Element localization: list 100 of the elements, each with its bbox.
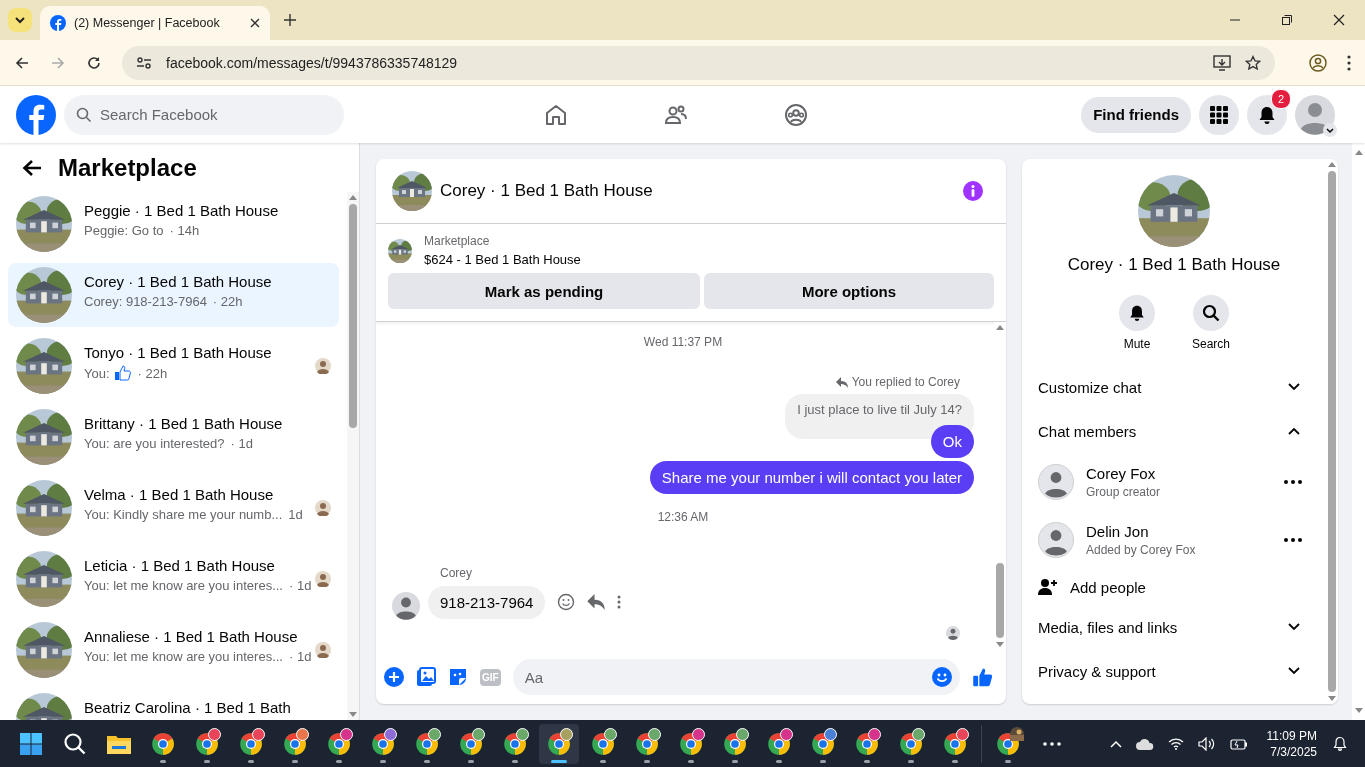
new-tab-icon[interactable] xyxy=(284,14,296,26)
chevron-down-icon xyxy=(1288,383,1300,391)
scrollbar[interactable] xyxy=(347,192,359,720)
image-icon[interactable] xyxy=(416,667,436,687)
message-time: · 22h xyxy=(212,294,243,309)
chevron-up-icon[interactable] xyxy=(1109,739,1122,748)
search-button[interactable] xyxy=(1193,295,1229,331)
notifications-button[interactable] xyxy=(1247,94,1287,135)
message-preview: You: are you interested? xyxy=(84,436,225,451)
battery-icon[interactable] xyxy=(1229,737,1248,750)
scroll-down-icon[interactable] xyxy=(995,642,1005,648)
chat-title: Corey · 1 Bed 1 Bath House xyxy=(440,181,653,201)
listing-action-button[interactable]: Mark as pending xyxy=(388,273,701,309)
scroll-up-icon[interactable] xyxy=(1327,161,1337,167)
conversation-name: Beatriz Carolina · 1 Bed 1 Bath xyxy=(84,699,292,716)
member-role: Group creator xyxy=(1086,485,1162,499)
windows-icon xyxy=(19,731,43,756)
plus-icon[interactable] xyxy=(384,667,404,687)
member-role: Added by Corey Fox xyxy=(1086,543,1197,557)
conversation-name: Peggie · 1 Bed 1 Bath House xyxy=(84,202,280,219)
browser-icon xyxy=(151,731,175,756)
seen-avatar-icon xyxy=(946,626,960,640)
conversation-name: Annaliese · 1 Bed 1 Bath House xyxy=(84,628,299,645)
home-icon[interactable] xyxy=(544,102,568,127)
message-preview: You: xyxy=(84,365,110,381)
section-header[interactable]: Customize chat xyxy=(1030,365,1318,409)
back-arrow-icon[interactable] xyxy=(22,158,42,177)
close-icon[interactable] xyxy=(1333,14,1345,26)
conversation-item[interactable]: Tonyo · 1 Bed 1 Bath House You: · 22h xyxy=(8,334,339,398)
scrollbar[interactable] xyxy=(1352,143,1365,720)
wifi-icon[interactable] xyxy=(1167,737,1184,750)
clock[interactable]: 11:09 PM 7/3/2025 xyxy=(1266,728,1317,759)
star-icon[interactable] xyxy=(1245,54,1261,71)
install-icon[interactable] xyxy=(1213,54,1231,71)
section-header[interactable]: Chat members xyxy=(1030,409,1318,453)
add-people-button[interactable]: Add people xyxy=(1030,569,1318,605)
scroll-thumb[interactable] xyxy=(996,563,1004,638)
scroll-up-icon[interactable] xyxy=(995,324,1005,330)
back-arrow-icon[interactable] xyxy=(14,54,30,71)
browser-tab[interactable]: (2) Messenger | Facebook xyxy=(40,6,270,40)
profile-icon[interactable] xyxy=(1309,53,1327,72)
message-time: 1d xyxy=(288,507,303,522)
conversation-item[interactable]: Corey · 1 Bed 1 Bath House Corey: 918-213-7964 · 22h xyxy=(8,263,339,327)
facebook-icon xyxy=(50,15,66,31)
conversation-name: Leticia · 1 Bed 1 Bath House xyxy=(84,557,276,574)
more-icon[interactable] xyxy=(1284,480,1302,484)
facebook-logo[interactable] xyxy=(16,94,56,135)
reload-icon[interactable] xyxy=(86,54,102,71)
message-time: · 1d xyxy=(288,578,312,593)
bell-icon xyxy=(1128,304,1146,322)
conversation-name: Velma · 1 Bed 1 Bath House xyxy=(84,486,275,503)
scroll-up-icon[interactable] xyxy=(348,194,358,200)
find-friends-button[interactable]: Find friends xyxy=(1081,96,1191,133)
section-header[interactable]: Media, files and links xyxy=(1030,605,1318,649)
search-field[interactable]: Search Facebook xyxy=(64,94,344,135)
tab-title: (2) Messenger | Facebook xyxy=(74,16,221,30)
site-settings-icon[interactable] xyxy=(136,55,152,70)
listing-action-button[interactable]: More options xyxy=(704,273,994,309)
info-icon[interactable] xyxy=(962,180,984,202)
scroll-down-icon[interactable] xyxy=(348,712,358,718)
menu-icon[interactable] xyxy=(1347,54,1351,71)
scroll-up-icon[interactable] xyxy=(1353,149,1364,155)
scroll-down-icon[interactable] xyxy=(1353,708,1364,714)
scroll-thumb[interactable] xyxy=(349,204,357,428)
conversation-item[interactable]: Leticia · 1 Bed 1 Bath House You: let me know are you interes... · 1d xyxy=(8,547,339,611)
message-time: · 1d xyxy=(288,649,312,664)
emoji-icon[interactable] xyxy=(557,593,576,611)
section-header[interactable]: Privacy & support xyxy=(1030,649,1318,693)
message-time: · 14h xyxy=(169,223,200,238)
conversation-item[interactable]: Velma · 1 Bed 1 Bath House You: Kindly share me your numb... 1d xyxy=(8,476,339,540)
taskbar-button[interactable] xyxy=(539,723,579,764)
scrollbar[interactable] xyxy=(1326,159,1338,704)
search-icon xyxy=(76,106,92,123)
sidebar-title: Marketplace xyxy=(58,153,197,182)
chevron-down-icon xyxy=(1288,623,1300,631)
maximize-icon[interactable] xyxy=(1281,14,1293,26)
sticker-icon[interactable] xyxy=(448,667,468,687)
menu-button[interactable] xyxy=(1199,94,1239,135)
tab-search-button[interactable] xyxy=(8,8,32,32)
reply-icon[interactable] xyxy=(587,594,606,610)
volume-icon[interactable] xyxy=(1197,736,1216,751)
mute-button[interactable] xyxy=(1119,295,1155,331)
address-field[interactable]: facebook.com/messages/t/9943786335748129 xyxy=(122,45,1275,80)
message-field[interactable]: Aa xyxy=(512,659,960,695)
cloud-icon[interactable] xyxy=(1135,737,1154,750)
conversation-name: Brittany · 1 Bed 1 Bath House xyxy=(84,415,284,432)
conversation-item[interactable]: Brittany · 1 Bed 1 Bath House You: are you interested? · 1d xyxy=(8,405,339,469)
scroll-down-icon[interactable] xyxy=(1327,696,1337,702)
close-icon[interactable] xyxy=(250,18,260,28)
conversation-item[interactable]: Peggie · 1 Bed 1 Bath House Peggie: Go to · 14h xyxy=(8,192,339,256)
emoji-icon[interactable] xyxy=(932,667,952,687)
conversation-item[interactable]: Annaliese · 1 Bed 1 Bath House You: let me know are you interes... · 1d xyxy=(8,618,339,682)
groups-icon[interactable] xyxy=(784,102,808,127)
message-preview: Corey: 918-213-7964 xyxy=(84,294,207,309)
scroll-thumb[interactable] xyxy=(1328,171,1336,692)
notification-icon[interactable] xyxy=(1332,735,1348,752)
avatar-icon xyxy=(1038,522,1074,558)
more-icon[interactable] xyxy=(1284,538,1302,542)
caret-icon[interactable] xyxy=(1323,122,1337,137)
thumbs-up-icon[interactable] xyxy=(972,666,994,688)
